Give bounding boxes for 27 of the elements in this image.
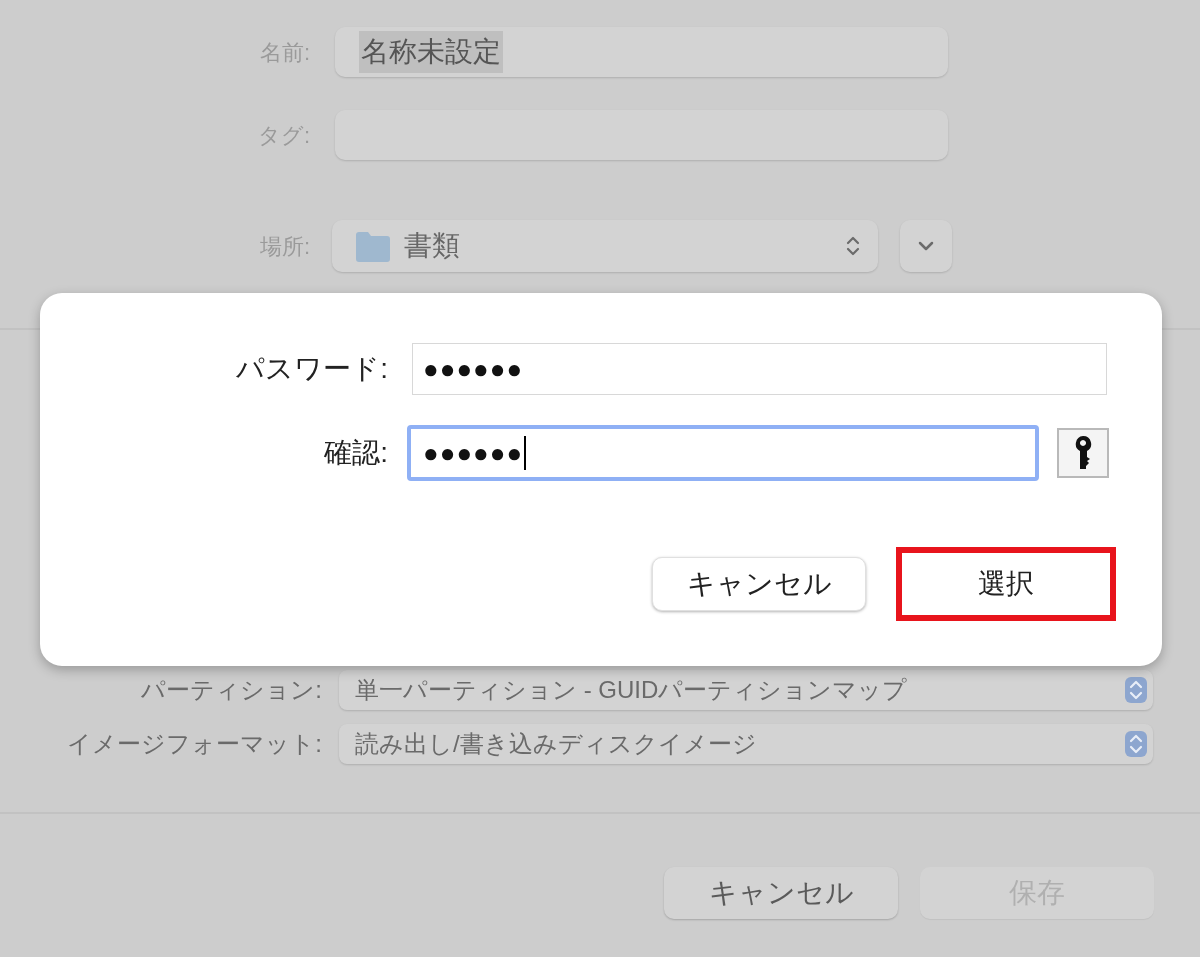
text-cursor	[524, 436, 527, 470]
folder-icon	[354, 229, 392, 263]
sheet-button[interactable]: キャンセル	[652, 557, 866, 611]
location-value: 書類	[404, 229, 461, 263]
expand-button[interactable]	[900, 220, 952, 272]
password-field[interactable]: ●●●●●●	[412, 343, 1107, 395]
field-value: 名称未設定	[359, 31, 503, 73]
popup-value: 単一パーティション - GUIDパーティションマップ	[355, 675, 909, 705]
text-field[interactable]: 名称未設定	[335, 27, 948, 77]
text-field[interactable]	[335, 110, 948, 160]
key-button[interactable]	[1057, 428, 1109, 478]
password-field[interactable]: ●●●●●●	[407, 425, 1039, 481]
field-label: 確認:	[323, 436, 388, 470]
popup-button[interactable]: 単一パーティション - GUIDパーティションマップ	[339, 670, 1153, 710]
location-popup[interactable]: 書類	[332, 220, 878, 272]
stepper-icon	[1125, 677, 1147, 703]
field-label: パスワード:	[235, 352, 388, 386]
stepper-icon	[1125, 731, 1147, 757]
key-icon	[1074, 435, 1092, 471]
option-label: パーティション:	[140, 675, 322, 705]
masked-value: ●●●●●●	[423, 352, 524, 386]
masked-value: ●●●●●●	[423, 436, 524, 470]
popup-button[interactable]: 読み出し/書き込みディスクイメージ	[339, 724, 1153, 764]
option-label: イメージフォーマット:	[66, 729, 322, 759]
popup-value: 読み出し/書き込みディスクイメージ	[355, 729, 758, 759]
dialog-button[interactable]: キャンセル	[664, 867, 898, 919]
chevron-icon	[917, 240, 935, 252]
